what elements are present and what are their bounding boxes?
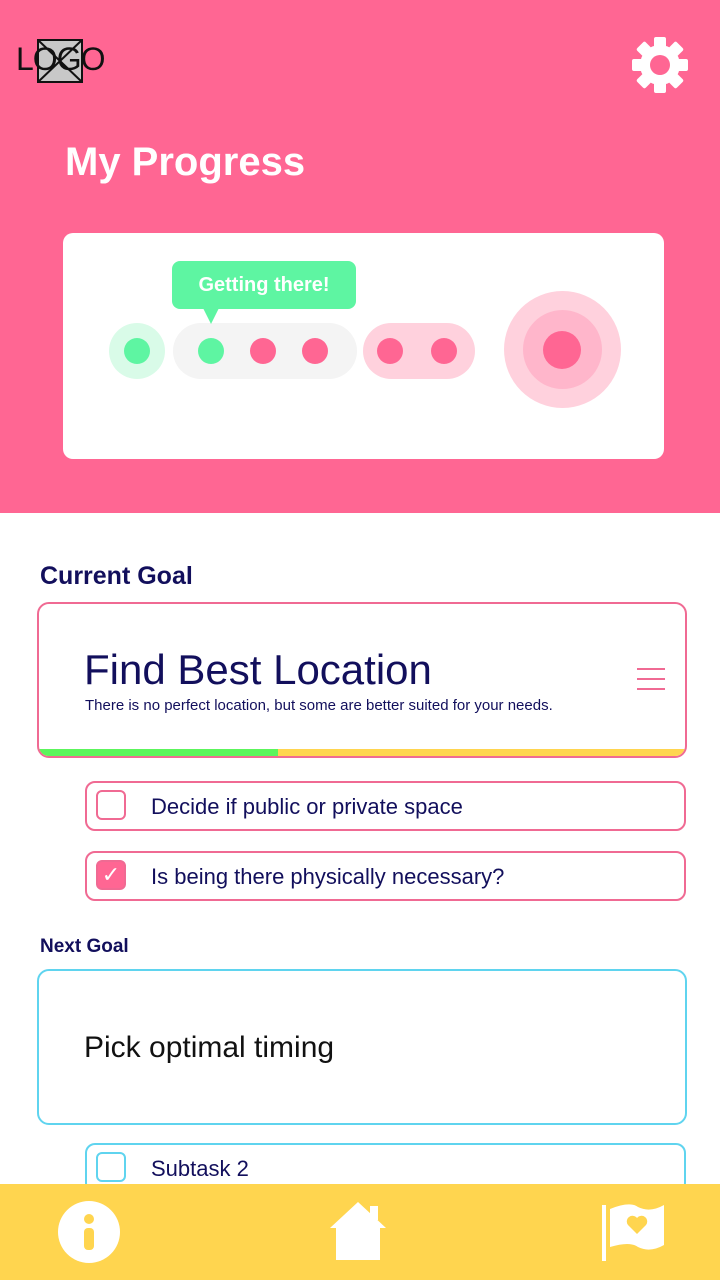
info-icon [58, 1201, 120, 1263]
gear-icon [632, 37, 688, 93]
progress-tooltip: Getting there! [172, 261, 356, 309]
checkmark-icon: ✓ [101, 862, 121, 887]
next-goal-card[interactable]: Pick optimal timing [37, 969, 687, 1125]
header: LOGO My Progress Getting there! [0, 0, 720, 513]
settings-button[interactable] [630, 35, 690, 95]
step-dot-upcoming [431, 338, 457, 364]
nav-home-button[interactable] [328, 1200, 388, 1267]
subtask-item[interactable]: Decide if public or private space [85, 781, 686, 831]
current-goal-description: There is no perfect location, but some a… [85, 697, 553, 714]
current-goal-title: Find Best Location [84, 646, 432, 693]
progress-tracker-card: Getting there! [63, 233, 664, 459]
step-dot-current [198, 338, 224, 364]
subtask-label: Is being there physically necessary? [151, 864, 505, 889]
hamburger-menu-icon[interactable] [637, 668, 665, 690]
goal-progress-bar [39, 749, 685, 756]
page-title: My Progress [65, 140, 306, 184]
logo-text: LOGO [16, 41, 105, 77]
step-dot-upcoming [302, 338, 328, 364]
nav-info-button[interactable] [57, 1200, 121, 1269]
next-goal-title: Pick optimal timing [84, 1031, 335, 1064]
final-goal-target-center [543, 331, 581, 369]
subtask-item[interactable]: ✓ Is being there physically necessary? [85, 851, 686, 901]
subtask-checkbox[interactable] [96, 1152, 126, 1182]
step-dot-upcoming [250, 338, 276, 364]
flag-heart-icon [602, 1204, 664, 1261]
home-icon [330, 1202, 386, 1260]
nav-goals-button[interactable] [600, 1201, 666, 1268]
next-goal-label: Next Goal [40, 936, 129, 957]
logo: LOGO [16, 39, 106, 83]
subtask-label: Decide if public or private space [151, 794, 463, 819]
step-dot-completed [124, 338, 150, 364]
subtask-checkbox-checked[interactable]: ✓ [96, 860, 126, 890]
current-goal-label: Current Goal [40, 562, 193, 590]
current-goal-card[interactable]: Find Best Location There is no perfect l… [37, 602, 687, 758]
subtask-label: Subtask 2 [151, 1156, 249, 1181]
step-dot-upcoming [377, 338, 403, 364]
subtask-checkbox[interactable] [96, 790, 126, 820]
bottom-nav [0, 1184, 720, 1280]
goal-progress-fill [39, 749, 279, 756]
tooltip-tail [203, 308, 219, 324]
